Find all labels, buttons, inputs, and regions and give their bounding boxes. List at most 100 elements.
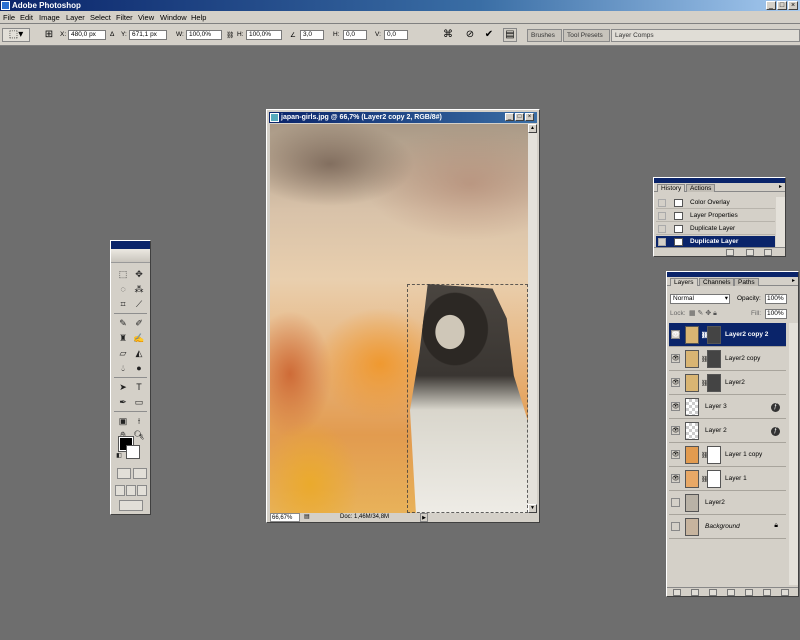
layer-row[interactable]: 👁︎ ⛓ Layer 1: [669, 467, 786, 491]
vertical-skew-field[interactable]: 0,0: [384, 30, 408, 40]
layer-row[interactable]: Layer2: [669, 491, 786, 515]
blend-mode-select[interactable]: Normal ▾: [670, 294, 730, 304]
scroll-up-arrow-icon[interactable]: ▲: [528, 124, 537, 133]
delete-state-icon[interactable]: [764, 249, 772, 256]
new-snapshot-icon[interactable]: [746, 249, 754, 256]
layer-row[interactable]: 👁︎ ⛓ Layer2: [669, 371, 786, 395]
link-layers-icon[interactable]: [673, 589, 681, 596]
add-layer-style-icon[interactable]: [691, 589, 699, 596]
move-tool-icon[interactable]: ✥: [132, 267, 146, 281]
x-position-field[interactable]: 480,0 px: [68, 30, 106, 40]
quick-mask-mode-icon[interactable]: [133, 468, 147, 479]
horizontal-skew-field[interactable]: 0,0: [343, 30, 367, 40]
doc-maximize-button[interactable]: □: [515, 113, 524, 121]
tab-actions[interactable]: Actions: [686, 184, 716, 192]
dodge-tool-icon[interactable]: ●: [132, 361, 146, 375]
pen-tool-icon[interactable]: ✒: [116, 395, 130, 409]
visibility-eye-icon[interactable]: 👁︎: [671, 378, 680, 387]
type-tool-icon[interactable]: T: [132, 380, 146, 394]
screen-mode-full-icon[interactable]: [137, 485, 147, 496]
visibility-eye-icon[interactable]: 👁︎: [671, 426, 680, 435]
layer-mask-thumbnail[interactable]: [707, 350, 721, 368]
visibility-eye-icon[interactable]: 👁︎: [671, 402, 680, 411]
well-tab-brushes[interactable]: Brushes: [527, 29, 562, 42]
maximize-button[interactable]: □: [777, 1, 787, 10]
new-fill-adjustment-layer-icon[interactable]: [727, 589, 735, 596]
history-scrollbar[interactable]: [776, 197, 785, 248]
zoom-level-field[interactable]: 66,67%: [270, 513, 300, 522]
visibility-eye-icon[interactable]: 👁︎: [671, 450, 680, 459]
menu-edit[interactable]: Edit: [20, 13, 33, 22]
layer-row[interactable]: 👁︎ Layer 3 ƒ: [669, 395, 786, 419]
history-snapshot-checkbox[interactable]: [658, 225, 666, 233]
slice-tool-icon[interactable]: ⟋: [132, 297, 146, 311]
well-tab-layer-comps[interactable]: Layer Comps: [611, 29, 800, 42]
vertical-scrollbar[interactable]: ▲ ▼: [528, 124, 537, 513]
screen-mode-full-menu-icon[interactable]: [126, 485, 136, 496]
fill-field[interactable]: 100%: [765, 309, 787, 319]
tab-history[interactable]: History: [657, 184, 686, 192]
layer-mask-thumbnail[interactable]: [707, 326, 721, 344]
palette-menu-icon[interactable]: ▸: [779, 183, 782, 190]
tab-channels[interactable]: Channels: [699, 278, 735, 286]
screen-mode-standard-icon[interactable]: [115, 485, 125, 496]
layer-effects-icon[interactable]: ƒ: [771, 427, 780, 436]
doc-minimize-button[interactable]: _: [505, 113, 514, 121]
history-brush-tool-icon[interactable]: ✍: [132, 331, 146, 345]
height-field[interactable]: 100,0%: [246, 30, 282, 40]
history-item[interactable]: Layer Properties: [656, 210, 775, 222]
swap-colors-icon[interactable]: ↰: [137, 433, 145, 441]
commit-transform-icon[interactable]: ✔: [482, 28, 496, 42]
layer-row[interactable]: 👁︎ ⛓ Layer 1 copy: [669, 443, 786, 467]
default-colors-icon[interactable]: ◧: [115, 452, 123, 460]
notes-tool-icon[interactable]: ▣: [116, 414, 130, 428]
rotation-angle-field[interactable]: 3,0: [300, 30, 324, 40]
layer-mask-thumbnail[interactable]: [707, 470, 721, 488]
history-snapshot-checkbox[interactable]: [658, 212, 666, 220]
delete-layer-icon[interactable]: [781, 589, 789, 596]
brush-tool-icon[interactable]: ✐: [132, 316, 146, 330]
scroll-down-arrow-icon[interactable]: ▼: [528, 504, 537, 513]
document-title-bar[interactable]: japan-girls.jpg @ 66,7% (Layer2 copy 2, …: [269, 112, 537, 123]
link-proportions-icon[interactable]: ⛓: [226, 31, 234, 39]
background-color-swatch[interactable]: [126, 445, 140, 459]
y-position-field[interactable]: 671,1 px: [129, 30, 167, 40]
menu-layer[interactable]: Layer: [66, 13, 85, 22]
new-group-icon[interactable]: [745, 589, 753, 596]
visibility-eye-icon[interactable]: 👁︎: [671, 474, 680, 483]
visibility-eye-icon[interactable]: [671, 522, 680, 531]
well-tab-tool-presets[interactable]: Tool Presets: [563, 29, 610, 42]
width-field[interactable]: 100,0%: [186, 30, 222, 40]
lasso-tool-icon[interactable]: ◌: [116, 282, 130, 296]
tool-preset-picker-icon[interactable]: ⬚▾: [2, 28, 30, 42]
status-menu-arrow-icon[interactable]: ▶: [420, 513, 428, 522]
palette-menu-icon[interactable]: ▸: [792, 277, 795, 284]
eraser-tool-icon[interactable]: ▱: [116, 346, 130, 360]
tab-paths[interactable]: Paths: [734, 278, 759, 286]
tab-layers[interactable]: Layers: [670, 278, 698, 286]
photoshop-feather-logo[interactable]: [111, 249, 150, 263]
visibility-eye-icon[interactable]: [671, 498, 680, 507]
visibility-eye-icon[interactable]: 👁︎: [671, 354, 680, 363]
menu-view[interactable]: View: [138, 13, 154, 22]
layer-row[interactable]: 👁︎ ⛓ Layer2 copy: [669, 347, 786, 371]
transform-bounding-box[interactable]: [407, 284, 528, 513]
menu-select[interactable]: Select: [90, 13, 111, 22]
clone-stamp-tool-icon[interactable]: ♜: [116, 331, 130, 345]
jump-to-imageready-icon[interactable]: [119, 500, 143, 511]
warp-mode-icon[interactable]: ⌘: [441, 28, 455, 42]
visibility-eye-icon[interactable]: 👁︎: [671, 330, 680, 339]
close-button[interactable]: ×: [788, 1, 798, 10]
magic-wand-tool-icon[interactable]: ⁂: [132, 282, 146, 296]
toolbox-title-bar[interactable]: [111, 241, 150, 249]
new-document-from-state-icon[interactable]: [726, 249, 734, 256]
menu-window[interactable]: Window: [160, 13, 187, 22]
rectangle-tool-icon[interactable]: ▭: [132, 395, 146, 409]
marquee-tool-icon[interactable]: ⬚: [116, 267, 130, 281]
layer-row[interactable]: 👁︎ ⛓ Layer2 copy 2: [669, 323, 786, 347]
eyedropper-tool-icon[interactable]: ⟊: [132, 414, 146, 428]
layers-scrollbar[interactable]: [789, 323, 798, 585]
image-canvas[interactable]: [270, 124, 528, 513]
paint-bucket-tool-icon[interactable]: ◭: [132, 346, 146, 360]
menu-image[interactable]: Image: [39, 13, 60, 22]
